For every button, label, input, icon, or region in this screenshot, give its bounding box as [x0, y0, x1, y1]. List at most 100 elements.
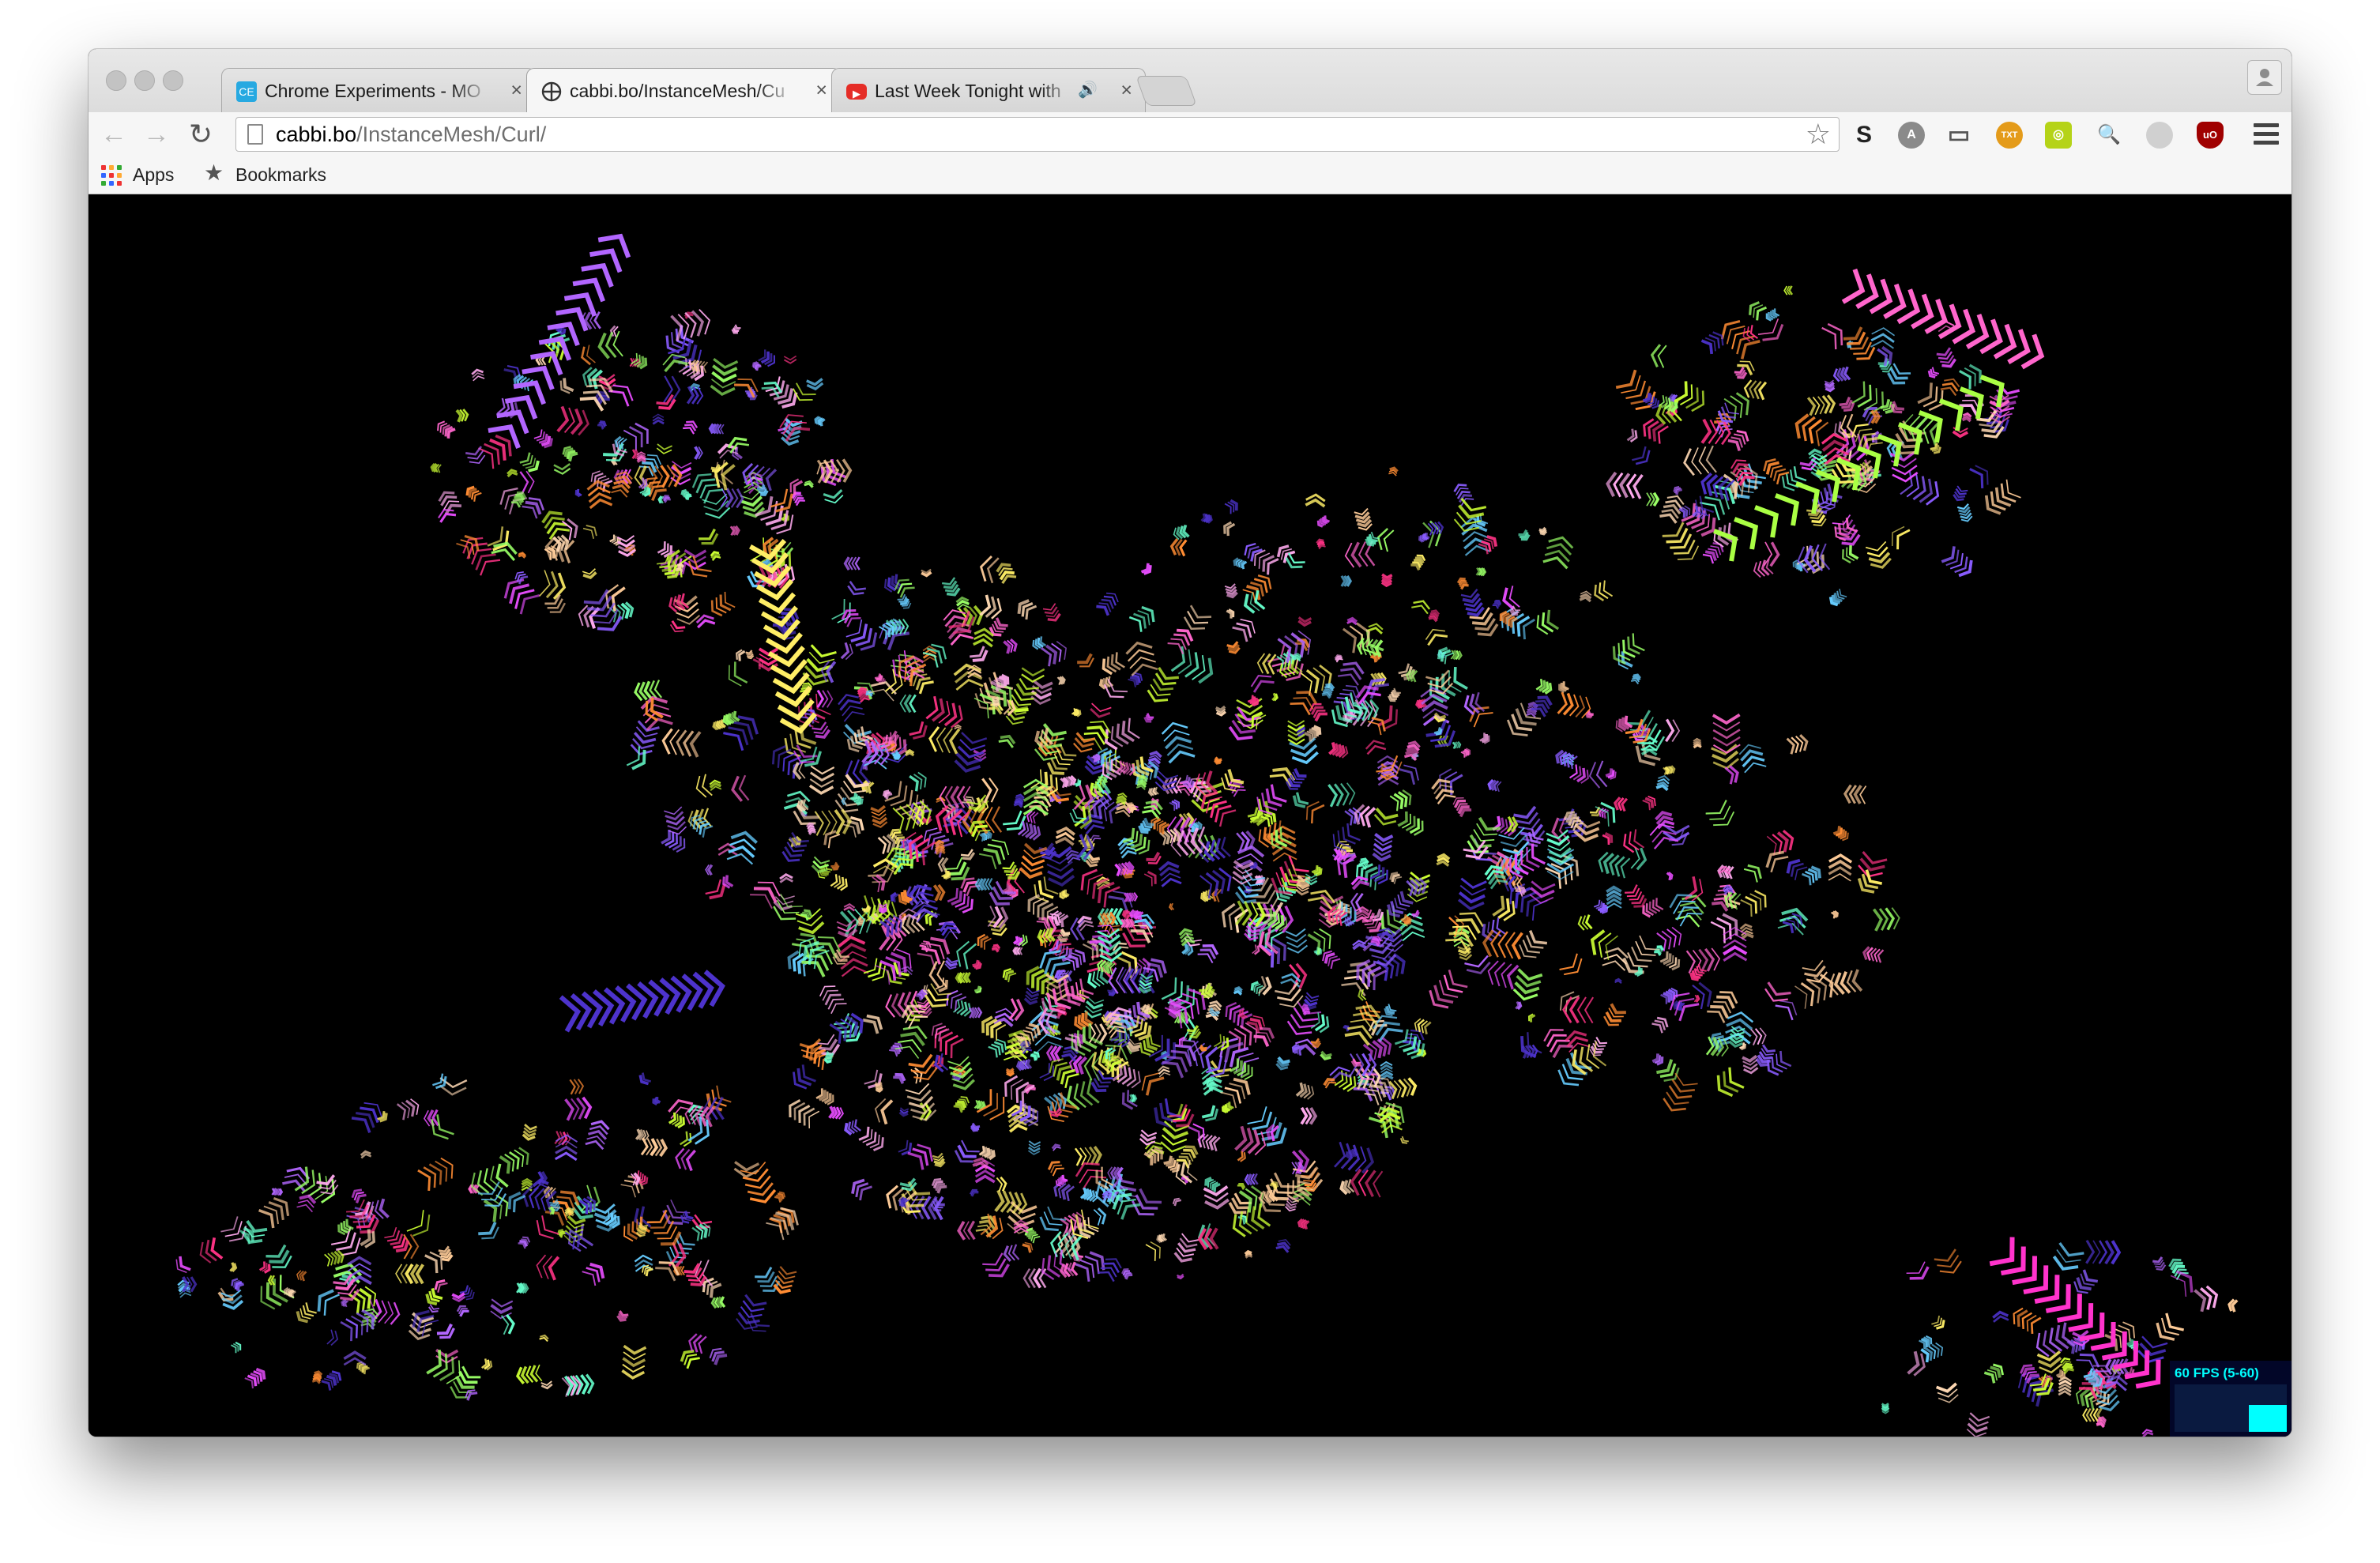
particle-chevron: [954, 724, 962, 730]
s-extension-icon[interactable]: S: [1851, 122, 1877, 149]
particle-chevron: [954, 732, 988, 773]
bookmark-bookmarks-folder[interactable]: ★ Bookmarks: [204, 160, 346, 186]
star-icon: ★: [204, 160, 224, 185]
green-extension-icon[interactable]: ◎: [2045, 122, 2072, 149]
particle-chevron: [311, 1370, 323, 1384]
particle-chevron: [317, 1289, 340, 1316]
particle-chevron: [503, 578, 540, 615]
tab-chrome-experiments[interactable]: CE Chrome Experiments - MO ×: [221, 68, 536, 112]
particle-chevron: [806, 822, 816, 835]
particle-chevron: [1292, 792, 1309, 808]
particle-chevron: [1123, 891, 1139, 902]
particle-chevron: [582, 568, 597, 580]
particle-chevron: [1452, 797, 1472, 818]
particle-chevron: [1536, 609, 1560, 635]
particle-streak: [1989, 1237, 2161, 1389]
fps-stats-panel[interactable]: 60 FPS (5-60): [2170, 1361, 2292, 1437]
particle-chevron: [1176, 1145, 1199, 1169]
particle-chevron: [2227, 1298, 2239, 1313]
particle-chevron: [1643, 418, 1669, 444]
particle-chevron: [360, 1150, 372, 1159]
particle-chevron: [1740, 890, 1767, 917]
particle-chevron: [1220, 1077, 1251, 1109]
fps-graph-bar: [2249, 1405, 2287, 1432]
particle-chevron: [664, 806, 687, 835]
particle-chevron: [1460, 589, 1485, 617]
reload-button[interactable]: ↻: [185, 119, 217, 150]
particle-chevron: [1214, 705, 1227, 717]
audio-playing-icon[interactable]: 🔊: [1078, 79, 1098, 101]
particle-chevron: [1418, 533, 1430, 543]
angular-extension-icon[interactable]: A: [1898, 122, 1925, 149]
particle-chevron: [1802, 959, 1828, 983]
forward-button[interactable]: →: [141, 119, 172, 150]
grey-circle-extension-icon[interactable]: [2146, 122, 2173, 149]
particle-chevron: [1015, 1059, 1033, 1072]
particle-chevron: [1143, 713, 1154, 723]
particle-chevron: [1147, 786, 1159, 797]
particle-chevron: [751, 361, 762, 371]
address-bar[interactable]: cabbi.bo/InstanceMesh/Curl/ ☆: [235, 117, 1840, 152]
particle-chevron: [396, 1098, 420, 1120]
particle-chevron: [1291, 1043, 1305, 1056]
particle-chevron: [434, 1279, 448, 1293]
particle-chevron: [417, 1157, 454, 1192]
particle-chevron: [1380, 1060, 1394, 1081]
tab-last-week-tonight[interactable]: ▶ Last Week Tonight with 🔊 ×: [831, 68, 1146, 112]
particle-chevron: [870, 804, 888, 829]
particle-chevron: [1749, 301, 1768, 321]
particle-chevron: [519, 452, 540, 473]
particle-chevron: [843, 902, 856, 912]
particle-chevron: [1738, 744, 1767, 774]
magnifier-extension-icon[interactable]: 🔍: [2096, 122, 2122, 149]
webgl-canvas[interactable]: 60 FPS (5-60): [88, 194, 2292, 1437]
particle-chevron: [710, 1296, 726, 1309]
particle-chevron: [564, 1096, 593, 1121]
close-tab-icon[interactable]: ×: [815, 79, 827, 101]
particle-chevron: [1832, 366, 1851, 382]
close-tab-icon[interactable]: ×: [510, 79, 522, 101]
cast-icon[interactable]: ▭: [1945, 122, 1972, 149]
particle-chevron: [1969, 465, 1989, 489]
particle-chevron: [1681, 503, 1716, 537]
particle-chevron: [1017, 599, 1037, 620]
minimize-window-button[interactable]: [134, 70, 155, 91]
back-button[interactable]: ←: [98, 119, 130, 150]
particle-chevron: [1935, 1382, 1959, 1403]
particle-chevron: [1205, 1000, 1222, 1021]
particle-chevron: [897, 593, 912, 609]
particle-chevron: [1723, 927, 1748, 962]
particle-chevron: [1139, 1129, 1158, 1146]
close-tab-icon[interactable]: ×: [1120, 79, 1132, 101]
new-tab-button[interactable]: [1135, 76, 1197, 106]
particle-chevron: [2085, 1239, 2122, 1265]
particle-chevron: [2156, 1313, 2185, 1341]
particle-chevron: [1169, 902, 1175, 911]
tab-instancemesh-curl[interactable]: cabbi.bo/InstanceMesh/Cu ×: [526, 68, 841, 112]
particle-chevron: [1128, 605, 1155, 632]
particle-chevron: [2073, 1269, 2099, 1294]
particle-chevron: [296, 1194, 317, 1213]
particle-chevron: [1237, 1182, 1246, 1190]
particle-chevron: [1334, 1141, 1375, 1174]
particle-chevron: [1663, 765, 1676, 775]
particle-chevron: [695, 774, 713, 798]
particle-chevron: [1558, 681, 1569, 693]
bookmark-apps[interactable]: Apps: [101, 163, 188, 186]
bookmark-star-icon[interactable]: ☆: [1806, 118, 1831, 151]
particle-chevron: [1397, 811, 1424, 836]
particle-chevron: [1403, 740, 1421, 762]
zoom-window-button[interactable]: [163, 70, 183, 91]
ublock-icon[interactable]: uO: [2197, 122, 2224, 149]
txt-extension-icon[interactable]: TXT: [1996, 122, 2023, 149]
profile-button[interactable]: [2247, 60, 2282, 95]
chrome-menu-icon[interactable]: [2254, 123, 2279, 145]
particle-chevron: [874, 1081, 883, 1093]
particle-chevron: [783, 355, 797, 364]
particle-chevron: [337, 1218, 354, 1236]
particle-chevron: [1992, 1310, 2009, 1323]
particle-chevron: [656, 443, 673, 454]
particle-chevron: [1344, 1004, 1381, 1046]
close-window-button[interactable]: [106, 70, 126, 91]
particle-chevron: [957, 1220, 976, 1241]
